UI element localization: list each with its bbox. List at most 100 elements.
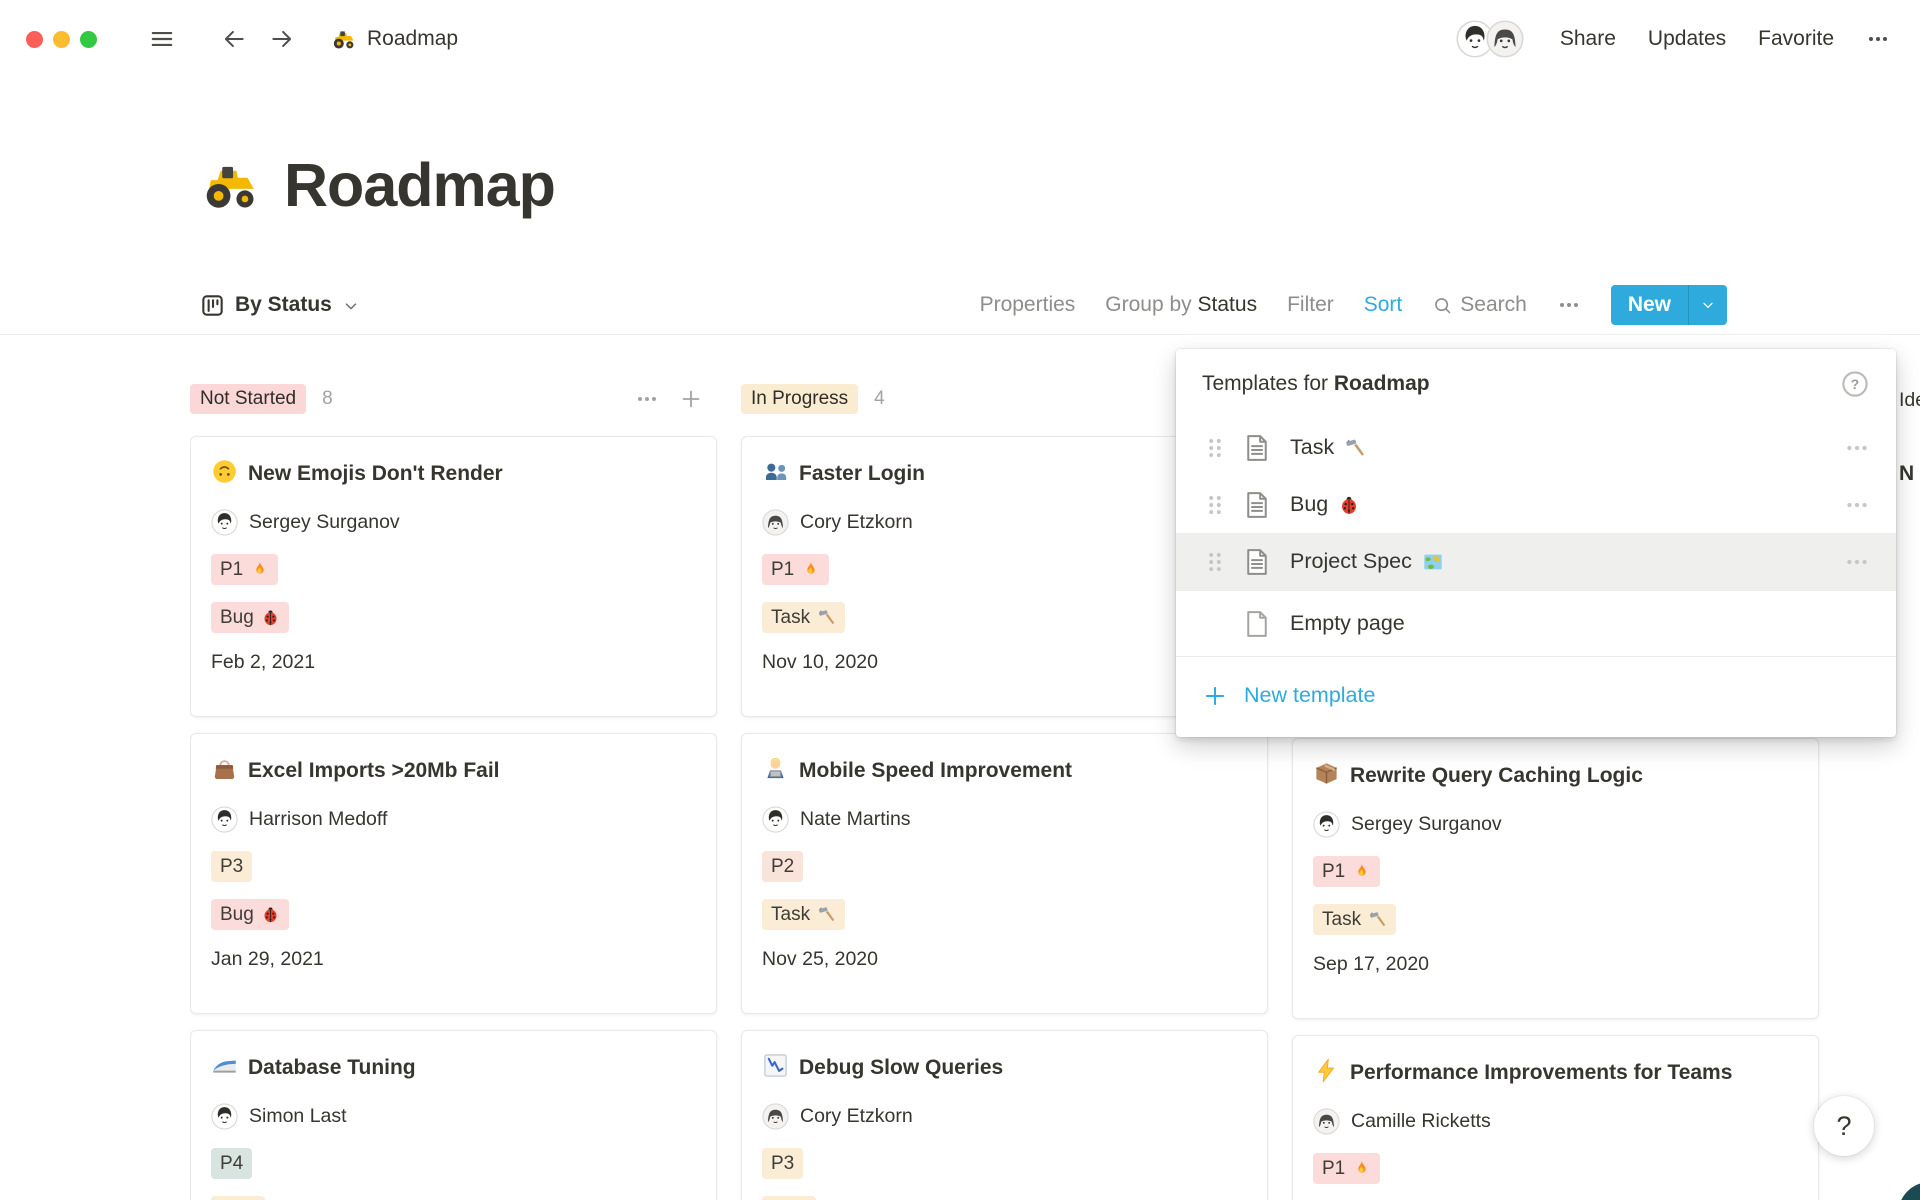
templates-menu-title-name: Roadmap: [1334, 372, 1430, 395]
template-item-label: Project Spec: [1290, 549, 1412, 574]
avatar: [211, 806, 238, 833]
card[interactable]: Database Tuning Simon Last P4: [190, 1030, 717, 1200]
template-more-icon[interactable]: [1844, 549, 1870, 575]
card[interactable]: Mobile Speed ImprovementNate MartinsP2Ta…: [741, 733, 1268, 1014]
fire-emoji-icon: [801, 560, 820, 579]
new-button[interactable]: New: [1611, 285, 1727, 325]
properties-button[interactable]: Properties: [980, 293, 1076, 317]
drag-handle-icon[interactable]: [1202, 433, 1228, 463]
view-label: By Status: [235, 293, 332, 317]
card-assignee: Nate Martins: [762, 804, 1247, 834]
toolbar-more-icon[interactable]: [1557, 293, 1581, 317]
zoom-window-button[interactable]: [80, 31, 97, 48]
card-title-text: Rewrite Query Caching Logic: [1350, 764, 1643, 787]
tractor-emoji-icon: [331, 26, 357, 52]
template-item-empty-page[interactable]: Empty page: [1176, 590, 1896, 656]
property-badge: P1: [1313, 856, 1380, 887]
card-emoji-icon: [762, 458, 789, 485]
assignee-name: Harrison Medoff: [249, 808, 387, 831]
card[interactable]: Debug Slow QueriesCory EtzkornP3: [741, 1030, 1268, 1200]
assignee-name: Sergey Surganov: [1351, 813, 1502, 836]
ladybug-emoji-icon: [1338, 494, 1360, 516]
new-button-label[interactable]: New: [1611, 285, 1688, 325]
column-status-badge[interactable]: Not Started: [190, 384, 306, 414]
property-badge: Bug: [211, 602, 289, 633]
new-template-button[interactable]: New template: [1176, 656, 1896, 734]
card-emoji-icon: [762, 1052, 789, 1079]
avatar: [762, 509, 789, 536]
badge-row: Task: [762, 899, 1247, 930]
search-button[interactable]: Search: [1432, 293, 1527, 317]
card-assignee: Camille Ricketts: [1313, 1106, 1798, 1136]
column-more-icon[interactable]: [635, 387, 659, 411]
updates-button[interactable]: Updates: [1648, 27, 1726, 51]
view-switcher[interactable]: By Status: [190, 293, 360, 318]
card[interactable]: New Emojis Don't RenderSergey SurganovP1…: [190, 436, 717, 717]
filter-button[interactable]: Filter: [1287, 293, 1334, 317]
drag-handle-icon[interactable]: [1202, 490, 1228, 520]
avatar: [1313, 1108, 1340, 1135]
card-list: Rewrite Query Caching Logic Sergey Surgan…: [1292, 738, 1819, 1200]
template-item-task[interactable]: Task: [1176, 419, 1896, 476]
assignee-name: Simon Last: [249, 1105, 347, 1128]
card-date: Sep 17, 2020: [1313, 953, 1798, 976]
template-item-bug[interactable]: Bug: [1176, 476, 1896, 533]
card-emoji-icon: [211, 755, 238, 782]
card-assignee: Sergey Surganov: [211, 507, 696, 537]
breadcrumb-title[interactable]: Roadmap: [367, 27, 458, 51]
drag-handle-icon[interactable]: [1202, 547, 1228, 577]
card[interactable]: Performance Improvements for Teams Camill…: [1292, 1035, 1819, 1200]
card[interactable]: Rewrite Query Caching Logic Sergey Surgan…: [1292, 738, 1819, 1019]
forward-icon[interactable]: [269, 26, 295, 52]
badge-label: P3: [771, 1153, 794, 1175]
share-button[interactable]: Share: [1560, 27, 1616, 51]
chevron-down-icon: [1700, 297, 1716, 313]
template-more-icon[interactable]: [1844, 492, 1870, 518]
sidebar-menu-icon[interactable]: [149, 26, 175, 52]
badge-label: P1: [1322, 861, 1345, 883]
badge-row: P4: [211, 1148, 696, 1179]
card-title: Database Tuning: [211, 1051, 696, 1085]
column-add-icon[interactable]: [679, 387, 703, 411]
search-label: Search: [1460, 293, 1527, 317]
board-view-icon: [200, 293, 225, 318]
card-title: Excel Imports >20Mb Fail: [211, 754, 696, 788]
group-by-button[interactable]: Group by Status: [1105, 293, 1257, 317]
badge-label: Task: [771, 904, 810, 926]
page-title[interactable]: Roadmap: [284, 150, 555, 220]
hammer-emoji-icon: [1344, 437, 1366, 459]
help-button[interactable]: ?: [1814, 1096, 1874, 1156]
presence-avatars[interactable]: [1456, 20, 1524, 58]
template-item-label: Empty page: [1290, 611, 1405, 636]
property-badge: Task: [1313, 904, 1396, 935]
breadcrumb[interactable]: Roadmap: [331, 26, 458, 52]
badge-row: P3: [762, 1148, 1247, 1179]
sort-button[interactable]: Sort: [1364, 293, 1403, 317]
hammer-emoji-icon: [817, 608, 836, 627]
card-title: Performance Improvements for Teams: [1313, 1056, 1798, 1090]
traffic-lights: [26, 31, 97, 48]
new-button-dropdown[interactable]: [1688, 285, 1727, 325]
svg-text:?: ?: [1851, 377, 1859, 392]
close-window-button[interactable]: [26, 31, 43, 48]
assignee-name: Cory Etzkorn: [800, 1105, 913, 1128]
minimize-window-button[interactable]: [53, 31, 70, 48]
back-icon[interactable]: [221, 26, 247, 52]
property-badge: P1: [1313, 1153, 1380, 1184]
property-badge: Bug: [211, 899, 289, 930]
column-status-badge[interactable]: In Progress: [741, 384, 858, 414]
card-emoji-icon: [211, 1052, 238, 1079]
card[interactable]: Excel Imports >20Mb FailHarrison MedoffP…: [190, 733, 717, 1014]
card-assignee: Harrison Medoff: [211, 804, 696, 834]
favorite-button[interactable]: Favorite: [1758, 27, 1834, 51]
page-emoji-icon[interactable]: [200, 154, 262, 216]
help-icon[interactable]: ?: [1840, 369, 1870, 399]
template-more-icon[interactable]: [1844, 435, 1870, 461]
avatar[interactable]: [1486, 20, 1524, 58]
empty-page-icon: [1242, 608, 1272, 640]
property-badge: P1: [211, 554, 278, 585]
badge-label: P2: [771, 856, 794, 878]
template-item-project-spec[interactable]: Project Spec: [1176, 533, 1896, 590]
hammer-emoji-icon: [1368, 910, 1387, 929]
more-options-icon[interactable]: [1866, 27, 1890, 51]
